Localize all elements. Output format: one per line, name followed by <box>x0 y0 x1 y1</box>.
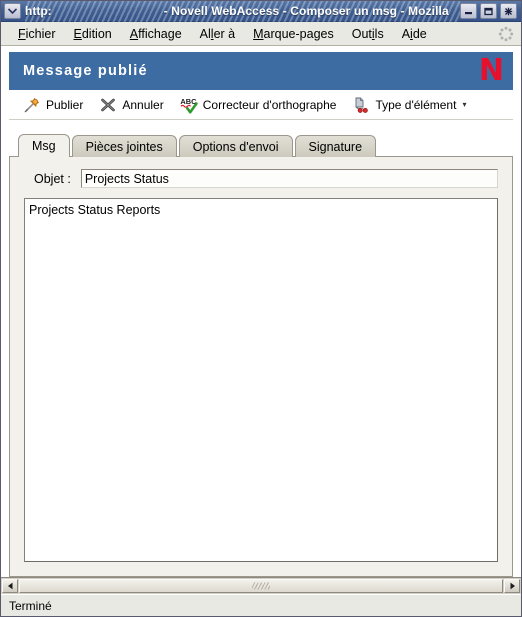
spellcheck-button[interactable]: ABC Correcteur d'orthographe <box>176 93 346 117</box>
cancel-button[interactable]: Annuler <box>95 93 172 117</box>
scroll-left-arrow-button[interactable] <box>2 579 18 593</box>
triangle-right-icon <box>510 582 515 590</box>
tab-options-envoi[interactable]: Options d'envoi <box>178 135 293 157</box>
tab-signature[interactable]: Signature <box>294 135 377 157</box>
title-url: http: <box>25 4 52 18</box>
window-title: - Novell WebAccess - Composer un msg - M… <box>163 4 449 18</box>
status-bar: Terminé <box>1 594 521 616</box>
tab-msg[interactable]: Msg <box>18 134 70 157</box>
status-text: Terminé <box>9 598 52 613</box>
window-controls <box>460 3 517 19</box>
page-banner: Message publié N <box>9 52 513 90</box>
item-type-button[interactable]: Type d'élément ▾ <box>348 93 475 117</box>
chevron-down-icon: ▾ <box>462 100 467 109</box>
menu-outils[interactable]: Outils <box>343 25 393 43</box>
maximize-button[interactable] <box>480 3 497 19</box>
menu-affichage[interactable]: Affichage <box>121 25 191 43</box>
menu-edition[interactable]: Edition <box>65 25 121 43</box>
tab-options-envoi-label: Options d'envoi <box>192 139 279 154</box>
menu-marque-pages[interactable]: Marque-pages <box>244 25 343 43</box>
close-button[interactable] <box>500 3 517 19</box>
pushpin-icon <box>24 97 40 112</box>
scrollbar-track[interactable] <box>19 579 503 593</box>
menu-aller-a[interactable]: Aller à <box>191 25 244 43</box>
cancel-x-icon <box>101 98 116 111</box>
publish-button-label: Publier <box>46 97 84 112</box>
page-title: Message publié <box>23 63 148 79</box>
menu-edition-label: dition <box>81 26 112 41</box>
browser-window: http: - Novell WebAccess - Composer un m… <box>0 0 522 617</box>
item-type-icon <box>355 97 369 113</box>
spellcheck-abc-icon: ABC <box>180 97 198 113</box>
publish-button[interactable]: Publier <box>19 93 92 117</box>
maximize-icon <box>484 7 493 15</box>
title-text-area: http: - Novell WebAccess - Composer un m… <box>25 0 460 22</box>
message-body-input[interactable]: Projects Status Reports <box>24 198 498 562</box>
subject-input[interactable] <box>80 169 498 188</box>
window-menu-button[interactable] <box>4 3 21 19</box>
minimize-icon <box>465 11 472 14</box>
tabs-area: Msg Pièces jointes Options d'envoi Signa… <box>9 134 513 157</box>
minimize-button[interactable] <box>460 3 477 19</box>
horizontal-scrollbar[interactable] <box>1 577 521 594</box>
spellcheck-button-label: Correcteur d'orthographe <box>202 97 337 112</box>
cancel-button-label: Annuler <box>122 97 164 112</box>
item-type-button-label: Type d'élément <box>375 97 457 112</box>
tab-strip: Msg Pièces jointes Options d'envoi Signa… <box>9 134 513 157</box>
menu-aide[interactable]: Aide <box>393 25 436 43</box>
scroll-right-arrow-button[interactable] <box>504 579 520 593</box>
triangle-left-icon <box>7 582 12 590</box>
title-bar: http: - Novell WebAccess - Composer un m… <box>1 0 521 22</box>
tab-signature-label: Signature <box>308 139 363 154</box>
menu-fichier-label: ichier <box>25 26 56 41</box>
subject-label: Objet : <box>34 171 71 186</box>
page-viewport: Message publié N Publier Annuler ABC Cor… <box>1 46 521 616</box>
novell-logo: N <box>478 53 504 88</box>
mozilla-throbber-icon[interactable] <box>498 26 514 42</box>
close-icon <box>504 7 513 15</box>
menu-marque-pages-label: arque-pages <box>263 26 334 41</box>
menu-fichier[interactable]: Fichier <box>9 25 65 43</box>
chevron-down-icon <box>8 8 17 14</box>
tab-msg-label: Msg <box>32 139 56 153</box>
menu-bar: Fichier Edition Affichage Aller à Marque… <box>1 22 521 46</box>
scrollbar-grip[interactable] <box>252 582 270 590</box>
menu-affichage-label: ffichage <box>138 26 182 41</box>
compose-toolbar: Publier Annuler ABC Correcteur d'orthogr… <box>9 90 513 120</box>
subject-row: Objet : <box>24 169 498 188</box>
tab-pieces-jointes-label: Pièces jointes <box>85 139 163 154</box>
tab-pieces-jointes[interactable]: Pièces jointes <box>71 135 177 157</box>
compose-panel: Objet : Projects Status Reports <box>9 156 513 577</box>
